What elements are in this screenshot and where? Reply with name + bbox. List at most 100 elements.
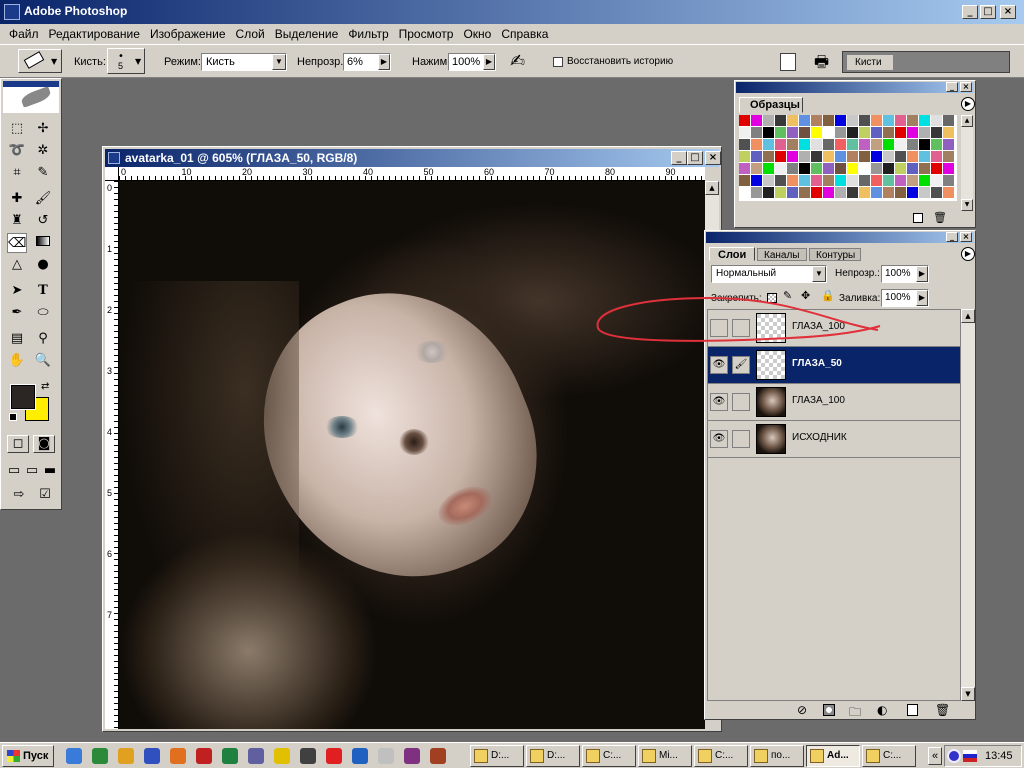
swatch[interactable] <box>763 139 774 150</box>
swatch[interactable] <box>859 163 870 174</box>
task-button[interactable]: D:... <box>526 745 580 767</box>
swatch[interactable] <box>871 139 882 150</box>
trash-icon[interactable]: 🗑 <box>935 703 950 717</box>
document-titlebar[interactable]: avatarka_01 @ 605% (ГЛАЗА_50, RGB/8) _ □… <box>105 149 721 167</box>
swatch[interactable] <box>931 151 942 162</box>
swatch[interactable] <box>847 115 858 126</box>
quick-launch-icon[interactable] <box>92 748 108 764</box>
swatch[interactable] <box>883 151 894 162</box>
swatch[interactable] <box>799 151 810 162</box>
swatch[interactable] <box>835 139 846 150</box>
swatch[interactable] <box>859 127 870 138</box>
ruler-top[interactable]: 0 10 20 30 40 50 60 70 80 90 <box>119 167 705 181</box>
ruler-left[interactable]: 0 1 2 3 4 5 6 7 <box>105 181 119 729</box>
swatch[interactable] <box>919 187 930 198</box>
eye-icon[interactable]: 👁 <box>710 356 728 374</box>
brush-size-picker[interactable]: • 5 ▼ <box>107 48 145 74</box>
notes-tool[interactable]: ▤ <box>7 329 27 349</box>
swatch-grid[interactable] <box>739 115 957 201</box>
tab-layers[interactable]: Слои <box>709 247 755 261</box>
quick-launch-icon[interactable] <box>300 748 316 764</box>
swatch[interactable] <box>799 127 810 138</box>
layer-mask-icon[interactable] <box>823 704 835 716</box>
adobe-feather-logo[interactable] <box>3 81 59 113</box>
restore-history-checkbox[interactable] <box>553 57 563 67</box>
swatch[interactable] <box>919 115 930 126</box>
swatch[interactable] <box>895 187 906 198</box>
swatch[interactable] <box>751 139 762 150</box>
swatch[interactable] <box>775 127 786 138</box>
screen-mode-standard-icon[interactable]: ▭ <box>5 461 23 481</box>
dodge-tool[interactable]: ● <box>33 255 53 275</box>
task-button[interactable]: Ad... <box>806 745 860 767</box>
quick-launch-icon[interactable] <box>326 748 342 764</box>
new-layer-icon[interactable] <box>907 704 918 716</box>
swatch[interactable] <box>895 175 906 186</box>
swatch[interactable] <box>871 175 882 186</box>
swatch[interactable] <box>739 175 750 186</box>
scroll-up-button[interactable]: ▲ <box>961 309 975 323</box>
swatch[interactable] <box>895 139 906 150</box>
swatch[interactable] <box>907 187 918 198</box>
move-tool[interactable]: ✢ <box>33 119 53 139</box>
quick-launch-icon[interactable] <box>352 748 368 764</box>
tool-preset-picker[interactable]: ▼ <box>18 49 62 73</box>
swatch[interactable] <box>787 163 798 174</box>
swatch[interactable] <box>799 115 810 126</box>
brushes-tab[interactable]: Кисти <box>847 55 893 70</box>
swatch[interactable] <box>943 175 954 186</box>
tray-chevron[interactable]: « <box>928 747 942 765</box>
eye-icon[interactable]: 👁 <box>710 393 728 411</box>
swatch[interactable] <box>871 163 882 174</box>
swatch[interactable] <box>799 175 810 186</box>
menu-item[interactable]: Окно <box>458 27 496 41</box>
task-button[interactable]: C:... <box>582 745 636 767</box>
screen-mode-full-icon[interactable]: ▬ <box>41 461 59 481</box>
swatches-close-button[interactable]: × <box>960 82 972 92</box>
adjustment-layer-icon[interactable]: ◐ <box>877 703 887 717</box>
swatch[interactable] <box>823 139 834 150</box>
quick-mask-button[interactable]: ◙ <box>33 435 55 453</box>
quick-launch-icon[interactable] <box>170 748 186 764</box>
imageready-icon[interactable]: ☑ <box>35 485 55 505</box>
clone-stamp-tool[interactable]: ♜ <box>7 211 27 231</box>
crop-tool[interactable]: ⌗ <box>7 163 27 183</box>
swatch[interactable] <box>763 187 774 198</box>
chevron-right-icon[interactable]: ▶ <box>916 266 928 282</box>
swatch[interactable] <box>847 175 858 186</box>
quick-launch-icon[interactable] <box>274 748 290 764</box>
jump-to-imageready-icon[interactable]: ⇨ <box>7 485 31 505</box>
maximize-button[interactable]: □ <box>980 5 996 19</box>
menu-item[interactable]: Слой <box>231 27 270 41</box>
swatch[interactable] <box>799 139 810 150</box>
swatch[interactable] <box>847 127 858 138</box>
swatch[interactable] <box>751 127 762 138</box>
chevron-right-icon[interactable]: ▶ <box>483 54 495 70</box>
new-swatch-icon[interactable] <box>913 213 923 223</box>
swatch[interactable] <box>739 151 750 162</box>
swatch[interactable] <box>883 115 894 126</box>
swatch[interactable] <box>787 175 798 186</box>
swatch[interactable] <box>823 115 834 126</box>
swatch[interactable] <box>775 115 786 126</box>
swatch[interactable] <box>943 139 954 150</box>
swatch[interactable] <box>859 115 870 126</box>
swatch[interactable] <box>763 151 774 162</box>
tab-paths[interactable]: Контуры <box>809 248 861 261</box>
swatch[interactable] <box>775 139 786 150</box>
swatch[interactable] <box>751 163 762 174</box>
swatch[interactable] <box>739 163 750 174</box>
swatch[interactable] <box>775 151 786 162</box>
swatches-titlebar[interactable]: _ × <box>736 82 974 93</box>
swatch[interactable] <box>871 127 882 138</box>
swatch[interactable] <box>859 187 870 198</box>
swatch[interactable] <box>799 163 810 174</box>
file-browser-icon[interactable] <box>780 53 796 71</box>
swatch[interactable] <box>871 115 882 126</box>
swatch[interactable] <box>787 151 798 162</box>
standard-mode-button[interactable]: ◻ <box>7 435 29 453</box>
quick-launch-icon[interactable] <box>378 748 394 764</box>
swatch[interactable] <box>871 187 882 198</box>
swatch[interactable] <box>931 163 942 174</box>
tab-channels[interactable]: Каналы <box>757 248 807 261</box>
